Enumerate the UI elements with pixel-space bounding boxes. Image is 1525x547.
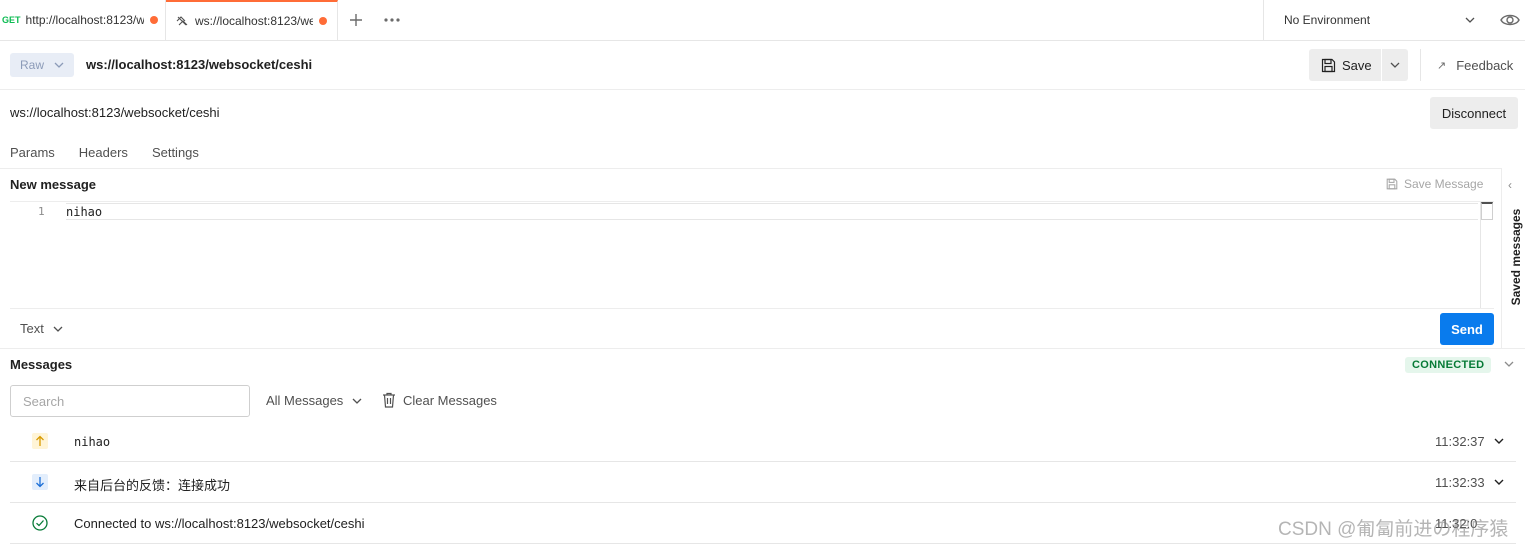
save-message-label: Save Message	[1404, 177, 1484, 191]
request-name[interactable]: ws://localhost:8123/websocket/ceshi	[86, 57, 312, 72]
eye-icon[interactable]	[1498, 10, 1522, 30]
chevron-down-icon	[1390, 62, 1400, 68]
clear-messages-button[interactable]: Clear Messages	[382, 392, 497, 408]
chevron-down-icon[interactable]	[1493, 476, 1505, 488]
tab-title: ws://localhost:8123/we	[195, 14, 313, 28]
disconnect-button[interactable]: Disconnect	[1430, 97, 1518, 129]
status-badge: CONNECTED	[1405, 357, 1492, 373]
new-message-title: New message	[10, 177, 96, 192]
new-tab-button[interactable]	[338, 0, 374, 40]
trash-icon	[383, 392, 395, 408]
request-subtabs: Params Headers Settings	[10, 145, 223, 160]
arrow-down-icon	[32, 474, 48, 490]
message-format-dropdown[interactable]: Text	[20, 321, 64, 336]
message-content[interactable]: nihao	[66, 205, 102, 219]
watermark: CSDN @匍匐前进の程序猿	[1278, 519, 1509, 540]
chevron-down-icon	[1465, 17, 1475, 23]
save-button[interactable]: Save	[1309, 49, 1382, 81]
saved-messages-toggle[interactable]: Saved messages	[1509, 207, 1523, 307]
save-options-button[interactable]	[1382, 49, 1408, 81]
divider	[0, 168, 1501, 169]
message-row-received[interactable]: 来自后台的反馈：连接成功 11:32:33	[10, 462, 1516, 503]
chevron-down-icon	[54, 62, 64, 68]
message-text: 来自后台的反馈：连接成功	[74, 478, 231, 493]
divider	[10, 308, 1494, 309]
url-field[interactable]: ws://localhost:8123/websocket/ceshi	[10, 105, 220, 120]
external-link-icon: ↗	[1437, 59, 1447, 72]
check-circle-icon	[32, 515, 48, 531]
divider	[0, 348, 1525, 349]
more-tabs-button[interactable]	[374, 0, 410, 40]
feedback-label: Feedback	[1456, 57, 1514, 73]
save-icon	[1386, 178, 1398, 190]
active-line-highlight	[66, 203, 1478, 220]
save-message-button[interactable]: Save Message	[1386, 177, 1483, 191]
tab-websocket-request[interactable]: ws://localhost:8123/we	[166, 0, 338, 40]
message-row-sent[interactable]: nihao 11:32:37	[10, 421, 1516, 462]
message-filter-dropdown[interactable]: All Messages	[266, 393, 363, 408]
save-button-group: Save	[1309, 49, 1408, 81]
message-time: 11:32:37	[1435, 434, 1485, 449]
tab-http-request[interactable]: GET http://localhost:8123/w	[0, 0, 166, 40]
environment-label: No Environment	[1284, 13, 1371, 27]
chevron-down-icon	[53, 326, 63, 332]
feedback-link[interactable]: ↗ Feedback	[1420, 49, 1513, 81]
save-icon	[1321, 58, 1336, 72]
tab-title: http://localhost:8123/w	[25, 13, 144, 27]
chevron-left-icon[interactable]: ‹	[1508, 178, 1512, 192]
search-input[interactable]	[10, 385, 250, 417]
tab-params[interactable]: Params	[10, 145, 55, 160]
send-button[interactable]: Send	[1440, 313, 1494, 345]
message-time: 11:32:33	[1435, 475, 1485, 490]
chevron-down-icon	[352, 398, 362, 404]
environment-selector[interactable]: No Environment	[1263, 0, 1490, 40]
arrow-up-icon	[32, 433, 48, 449]
format-label: Raw	[20, 58, 45, 72]
plus-icon	[350, 14, 362, 26]
divider	[0, 89, 1525, 90]
editor-scrollbar[interactable]	[1481, 202, 1493, 220]
chevron-down-icon[interactable]	[1503, 358, 1515, 370]
websocket-icon	[176, 16, 188, 26]
line-number: 1	[38, 205, 45, 218]
tab-settings[interactable]: Settings	[152, 145, 199, 160]
method-label: GET	[2, 15, 21, 25]
chevron-down-icon[interactable]	[1493, 435, 1505, 447]
more-icon	[384, 18, 400, 22]
clear-messages-label: Clear Messages	[403, 392, 497, 408]
message-text: nihao	[74, 435, 111, 449]
format-dropdown[interactable]: Raw	[10, 53, 74, 77]
message-format-label: Text	[20, 321, 44, 336]
unsaved-dot-icon	[149, 16, 158, 24]
message-text: Connected to ws://localhost:8123/websock…	[74, 516, 365, 531]
messages-title: Messages	[10, 357, 73, 372]
saved-messages-rail: ‹ Saved messages	[1501, 168, 1525, 348]
tab-headers[interactable]: Headers	[79, 145, 128, 160]
save-label: Save	[1342, 57, 1372, 73]
unsaved-dot-icon	[319, 17, 327, 25]
message-editor[interactable]: 1 nihao	[10, 201, 1494, 309]
message-filter-label: All Messages	[266, 393, 344, 408]
